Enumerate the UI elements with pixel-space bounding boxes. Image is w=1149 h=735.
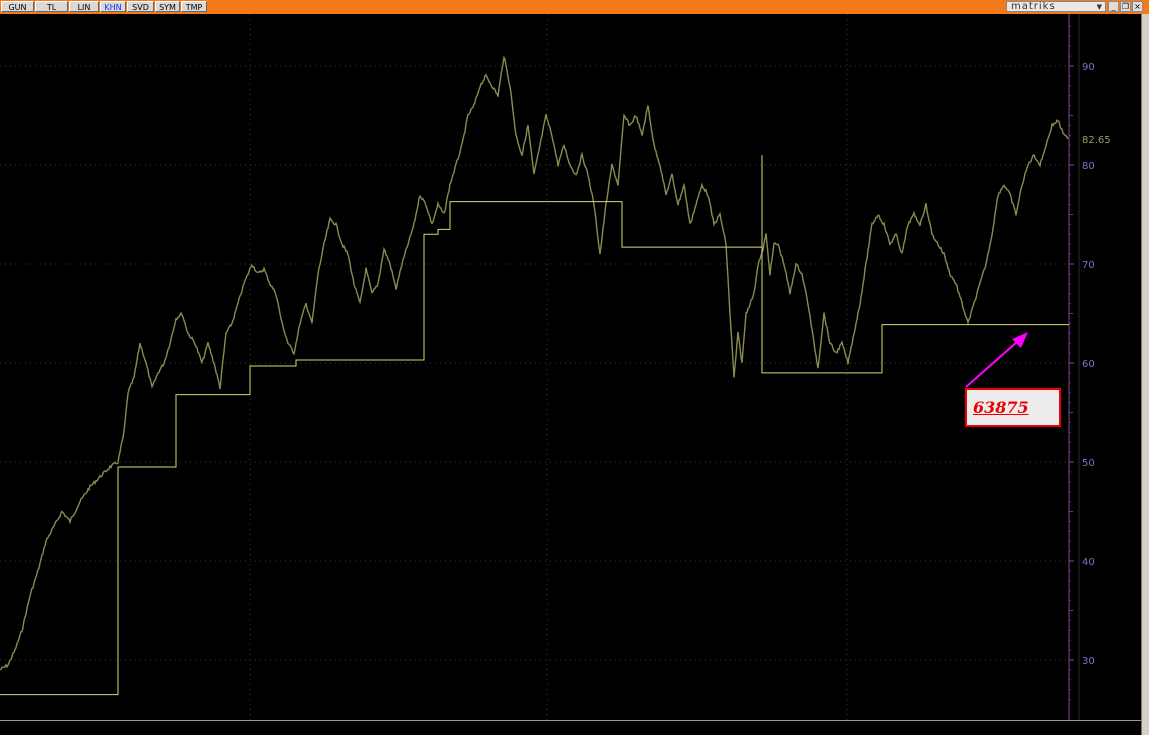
- support-level-callout: 63875: [965, 388, 1061, 427]
- y-tick-label: 50: [1082, 458, 1095, 469]
- y-tick-label: 80: [1082, 161, 1095, 172]
- y-tick-label: 90: [1082, 62, 1095, 73]
- arrow-head-icon: [1012, 332, 1028, 348]
- y-tick-label: 40: [1082, 557, 1095, 568]
- price-series-line: [0, 55, 1069, 671]
- price-chart[interactable]: 90 80 70 60 50 40 30 82.65: [0, 0, 1141, 720]
- support-level-value: 63875: [973, 398, 1029, 417]
- support-step-line: [0, 201, 1069, 696]
- y-tick-label: 60: [1082, 359, 1095, 370]
- y-tick-label: 70: [1082, 260, 1095, 271]
- annotation-arrow: [965, 340, 1019, 388]
- y-tick-label: 30: [1082, 656, 1095, 667]
- time-axis-strip: [0, 720, 1141, 735]
- last-value-label: 82.65: [1082, 135, 1111, 146]
- vertical-scrollbar[interactable]: [1141, 14, 1149, 735]
